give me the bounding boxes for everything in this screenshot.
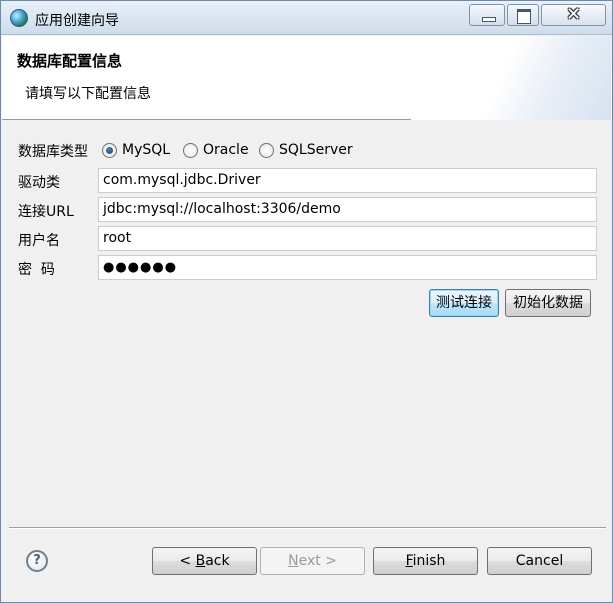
minimize-button[interactable] [469,4,505,26]
test-connection-button[interactable]: 测试连接 [429,289,499,317]
page-title: 数据库配置信息 [17,52,123,70]
username-label: 用户名 [18,233,60,249]
title-bar[interactable]: 应用创建向导 ✕ [1,1,612,35]
help-icon[interactable]: ? [26,550,48,572]
close-button[interactable]: ✕ [541,4,606,26]
radio-label: Oracle [203,142,249,158]
next-button: Next > [260,547,365,575]
db-type-label: 数据库类型 [18,144,88,160]
next-rest: ext > [298,553,337,569]
radio-mysql[interactable]: MySQL [102,139,170,161]
driver-label: 驱动类 [18,175,60,191]
back-rest: ack [205,553,230,569]
radio-indicator [102,142,117,158]
maximize-button[interactable] [507,4,539,26]
back-mnemonic: B [195,553,206,569]
radio-indicator [259,142,274,158]
radio-indicator [183,142,198,158]
radio-sqlserver[interactable]: SQLServer [259,139,353,161]
finish-mnemonic: F [405,553,413,569]
cancel-button[interactable]: Cancel [487,547,592,575]
finish-rest: inish [412,553,446,569]
username-field[interactable]: root [98,226,597,251]
radio-label: SQLServer [279,142,353,158]
password-field[interactable]: ●●●●●● [98,255,597,280]
window-title: 应用创建向导 [35,13,119,29]
finish-button[interactable]: Finish [373,547,478,575]
driver-field[interactable]: com.mysql.jdbc.Driver [98,168,597,193]
radio-label: MySQL [122,142,171,158]
wizard-window: 应用创建向导 ✕ 数据库配置信息 请填写以下配置信息 数据库类型 MySQL O… [0,0,613,603]
radio-oracle[interactable]: Oracle [183,139,249,161]
password-label: 密 码 [18,262,55,278]
globe-icon [10,9,28,27]
back-prefix: < [179,553,196,569]
init-data-button[interactable]: 初始化数据 [505,289,591,317]
wizard-banner: 数据库配置信息 请填写以下配置信息 [2,36,611,120]
page-description: 请填写以下配置信息 [25,86,151,102]
url-field[interactable]: jdbc:mysql://localhost:3306/demo [98,197,597,222]
back-button[interactable]: < Back [152,547,257,575]
url-label: 连接URL [18,204,74,220]
next-mnemonic: N [288,553,299,569]
footer-divider [9,527,606,529]
close-icon: ✕ [565,4,582,25]
